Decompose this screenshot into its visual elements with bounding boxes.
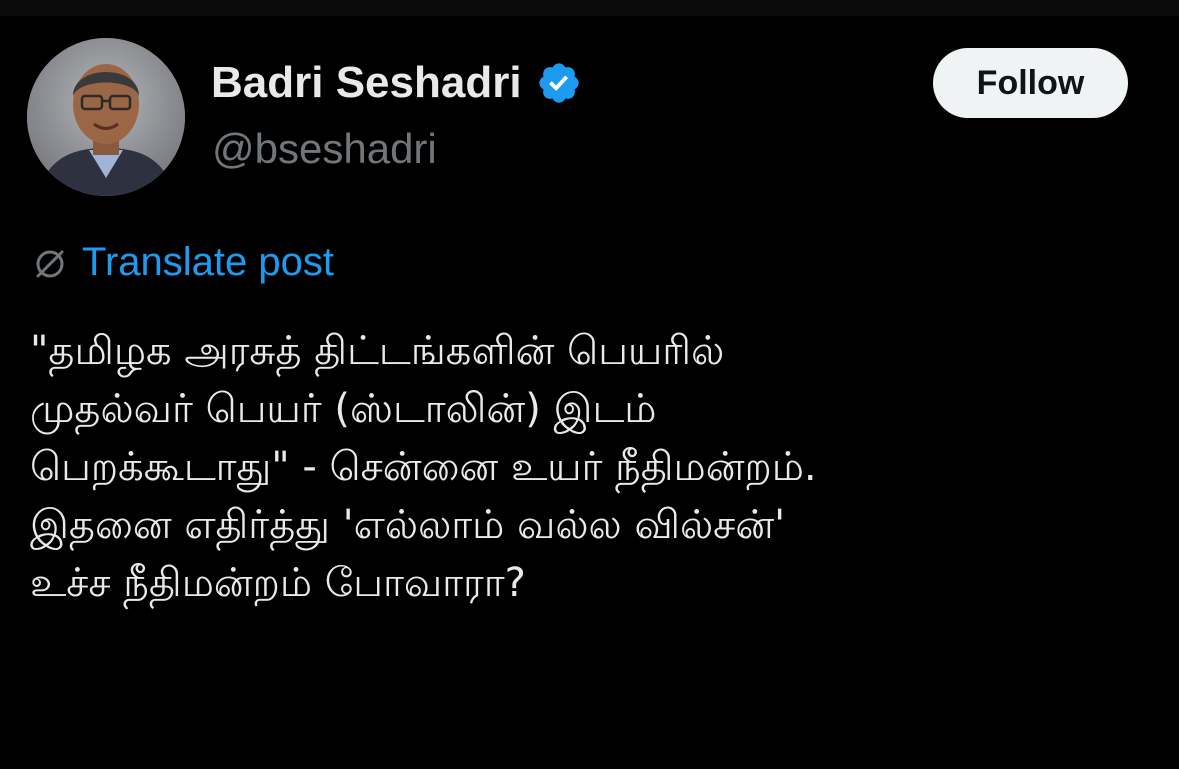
- verified-badge-icon[interactable]: [536, 60, 582, 106]
- author-name-row: Badri Seshadri: [211, 58, 582, 108]
- avatar[interactable]: [27, 38, 185, 196]
- post-text: "தமிழக அரசுத் திட்டங்களின் பெயரில் முதல்…: [30, 322, 1150, 612]
- top-strip: [0, 0, 1179, 16]
- author-display-name[interactable]: Badri Seshadri: [211, 58, 522, 108]
- post-line: இதனை எதிர்த்து 'எல்லாம் வல்ல வில்சன்': [30, 502, 786, 548]
- post-line: "தமிழக அரசுத் திட்டங்களின் பெயரில்: [30, 328, 725, 374]
- globe-icon: [30, 243, 70, 283]
- translate-row[interactable]: Translate post: [30, 240, 334, 285]
- post-line: முதல்வர் பெயர் (ஸ்டாலின்) இடம்: [30, 386, 657, 432]
- post-line: உச்ச நீதிமன்றம் போவாரா?: [30, 560, 526, 606]
- author-handle[interactable]: @bseshadri: [212, 125, 437, 173]
- profile-photo-icon: [27, 38, 185, 196]
- post-line: பெறக்கூடாது" - சென்னை உயர் நீதிமன்றம்.: [30, 444, 817, 490]
- translate-post-link[interactable]: Translate post: [82, 240, 334, 285]
- follow-button[interactable]: Follow: [933, 48, 1128, 118]
